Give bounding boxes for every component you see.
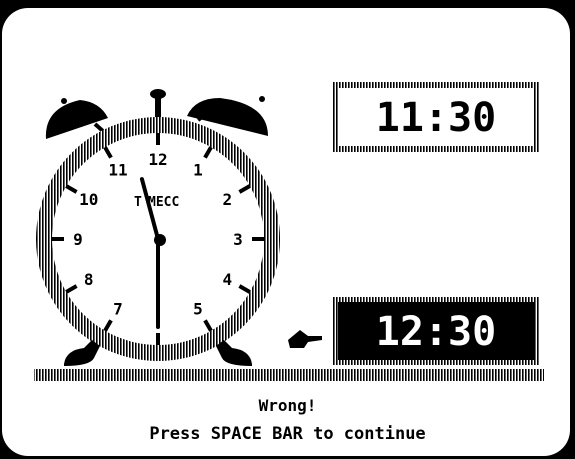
- right-foot: [216, 340, 252, 366]
- clock-numeral: 3: [233, 230, 243, 249]
- clock-numeral: 10: [79, 190, 98, 209]
- clock-numeral: 11: [108, 161, 127, 180]
- clock-brand-mark: T: [134, 195, 142, 210]
- target-time-display: 11:30: [332, 82, 540, 152]
- game-canvas: 12 12 3 45 78 9 10 11 T MECC 11:30 12:30: [34, 82, 544, 381]
- clock-numeral: 9: [73, 230, 83, 249]
- clock-numeral: 8: [84, 270, 94, 289]
- continue-prompt: Press SPACE BAR to continue: [149, 424, 426, 444]
- clock-numeral: 4: [222, 270, 232, 289]
- clock-numeral: 7: [113, 299, 123, 318]
- clock-numeral: 5: [193, 299, 203, 318]
- result-message: Wrong!: [258, 396, 317, 415]
- right-bell-knob: [259, 96, 265, 102]
- floor-line: [34, 369, 544, 381]
- entered-time-display: 12:30: [332, 297, 540, 365]
- pointing-hand-icon: [288, 330, 322, 348]
- clock-brand: MECC: [148, 195, 179, 210]
- clock-center-pin: [154, 234, 166, 246]
- left-bell-knob: [61, 98, 67, 104]
- entered-time-text: 12:30: [376, 309, 496, 355]
- left-foot: [64, 340, 100, 366]
- clock-numeral: 1: [193, 161, 203, 180]
- target-time-text: 11:30: [376, 95, 496, 141]
- clock-numeral: 2: [222, 190, 232, 209]
- clock-numeral: 12: [148, 150, 167, 169]
